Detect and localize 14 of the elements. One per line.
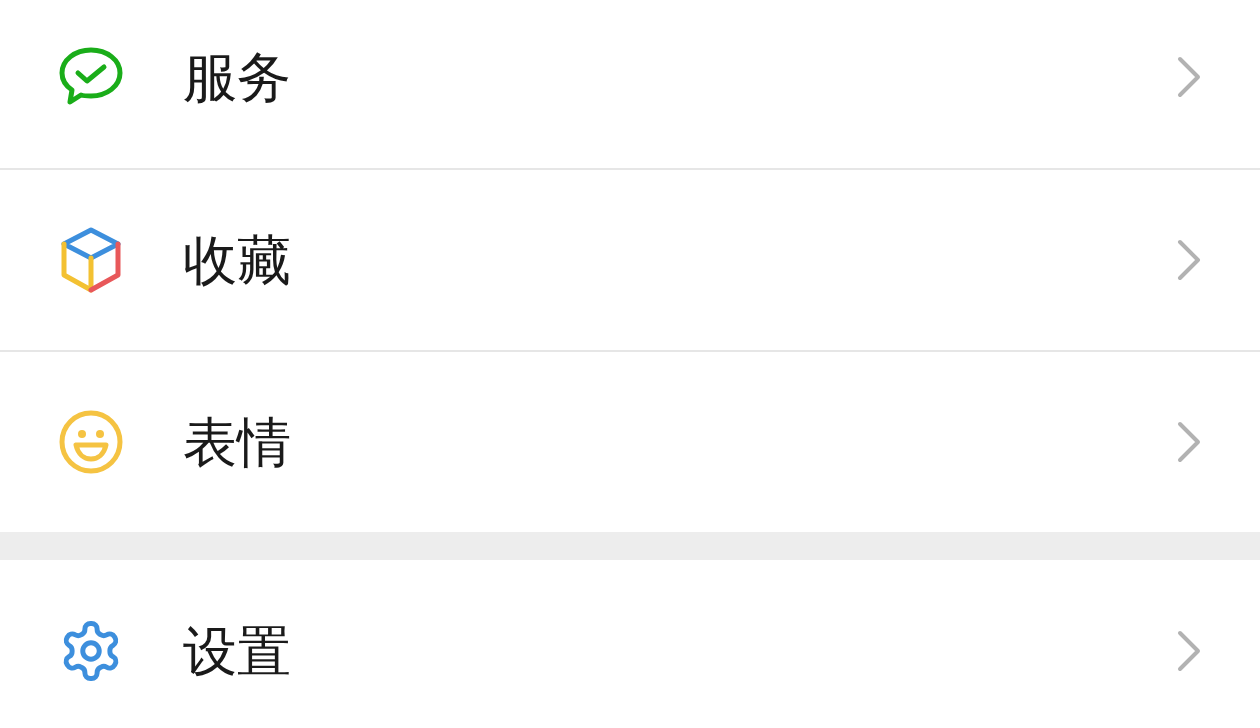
cube-icon <box>60 226 122 294</box>
chevron-right-icon <box>1176 239 1202 281</box>
chevron-right-icon <box>1176 630 1202 672</box>
chevron-right-icon <box>1176 421 1202 463</box>
menu-label: 服务 <box>183 50 291 104</box>
menu-label: 表情 <box>183 415 291 469</box>
chevron-right-icon <box>1176 56 1202 98</box>
menu-item[interactable]: 收藏 <box>0 168 1260 350</box>
menu-item[interactable]: 表情 <box>0 350 1260 532</box>
menu-item[interactable]: 设置 <box>0 560 1260 728</box>
menu-item[interactable]: 服务 <box>0 0 1260 168</box>
menu-label: 设置 <box>183 624 291 678</box>
menu-label: 收藏 <box>183 233 291 287</box>
smiley-icon <box>58 409 124 475</box>
